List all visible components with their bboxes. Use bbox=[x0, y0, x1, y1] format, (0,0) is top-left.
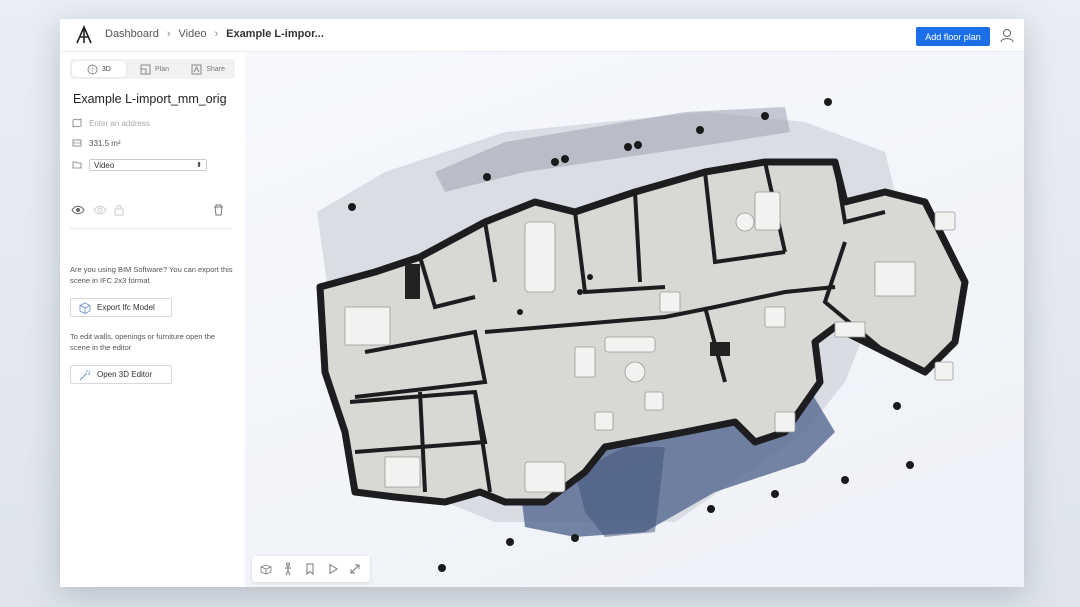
plan-icon bbox=[140, 64, 151, 74]
add-floor-plan-button[interactable]: Add floor plan bbox=[916, 27, 990, 46]
viewport-toolbar bbox=[252, 556, 370, 582]
app-logo-icon[interactable] bbox=[75, 25, 93, 45]
view-box-icon[interactable] bbox=[259, 562, 273, 576]
folder-icon bbox=[72, 161, 82, 169]
view-tabs: 3D Plan Share bbox=[70, 59, 235, 79]
open-3d-editor-label: Open 3D Editor bbox=[97, 370, 153, 379]
tab-3d[interactable]: 3D bbox=[72, 61, 126, 77]
play-icon[interactable] bbox=[326, 562, 340, 576]
cube-icon bbox=[87, 64, 98, 74]
chevron-right-icon: › bbox=[166, 28, 171, 40]
area-icon bbox=[72, 139, 82, 147]
tab-3d-label: 3D bbox=[101, 65, 111, 73]
area-value: 331.5 m² bbox=[89, 138, 121, 148]
folder-select[interactable]: Video ⬍ bbox=[89, 159, 207, 171]
walk-person-icon[interactable] bbox=[281, 562, 295, 576]
app-window: Dashboard › Video › Example L-impor... A… bbox=[60, 19, 1024, 587]
tab-share[interactable]: Share bbox=[181, 59, 235, 79]
tab-plan[interactable]: Plan bbox=[128, 59, 182, 79]
chevron-right-icon: › bbox=[214, 28, 219, 40]
area-row: 331.5 m² bbox=[72, 138, 121, 148]
folder-row: Video ⬍ bbox=[72, 159, 207, 171]
sidebar: 3D Plan Share Example L-import_mm_orig E… bbox=[60, 52, 245, 587]
export-ifc-button[interactable]: Export Ifc Model bbox=[70, 298, 172, 317]
bookmark-icon[interactable] bbox=[303, 562, 317, 576]
export-ifc-label: Export Ifc Model bbox=[97, 303, 155, 312]
user-icon[interactable] bbox=[1000, 28, 1014, 43]
breadcrumb-dashboard[interactable]: Dashboard bbox=[105, 28, 159, 40]
floor-plan-3d-model[interactable] bbox=[245, 52, 1024, 587]
lock-icon[interactable] bbox=[114, 203, 124, 221]
eye-outline-icon[interactable] bbox=[93, 203, 107, 221]
share-icon bbox=[191, 64, 202, 74]
tab-share-label: Share bbox=[206, 65, 226, 73]
top-bar: Dashboard › Video › Example L-impor... A… bbox=[60, 19, 1024, 52]
editor-info-text: To edit walls, openings or furniture ope… bbox=[70, 332, 216, 352]
breadcrumb: Dashboard › Video › Example L-impor... bbox=[105, 28, 324, 40]
bim-info-text: Are you using BIM Software? You can expo… bbox=[70, 265, 233, 285]
box-icon bbox=[79, 302, 91, 314]
open-3d-editor-button[interactable]: Open 3D Editor bbox=[70, 365, 172, 384]
address-field[interactable]: Enter an address bbox=[89, 119, 150, 128]
tab-plan-label: Plan bbox=[155, 65, 170, 73]
trash-icon[interactable] bbox=[213, 203, 224, 221]
breadcrumb-video[interactable]: Video bbox=[179, 28, 207, 40]
folder-select-value: Video bbox=[94, 160, 115, 170]
3d-viewport[interactable] bbox=[245, 52, 1024, 587]
divider bbox=[70, 228, 231, 229]
visibility-controls bbox=[71, 203, 236, 217]
select-arrows-icon: ⬍ bbox=[196, 162, 202, 169]
eye-icon[interactable] bbox=[71, 203, 85, 221]
breadcrumb-current-scene: Example L-impor... bbox=[226, 28, 324, 40]
scene-name[interactable]: Example L-import_mm_orig bbox=[73, 92, 231, 106]
fullscreen-icon[interactable] bbox=[348, 562, 362, 576]
map-icon bbox=[72, 118, 82, 128]
address-row[interactable]: Enter an address bbox=[72, 118, 150, 128]
magic-wand-icon bbox=[79, 369, 91, 380]
